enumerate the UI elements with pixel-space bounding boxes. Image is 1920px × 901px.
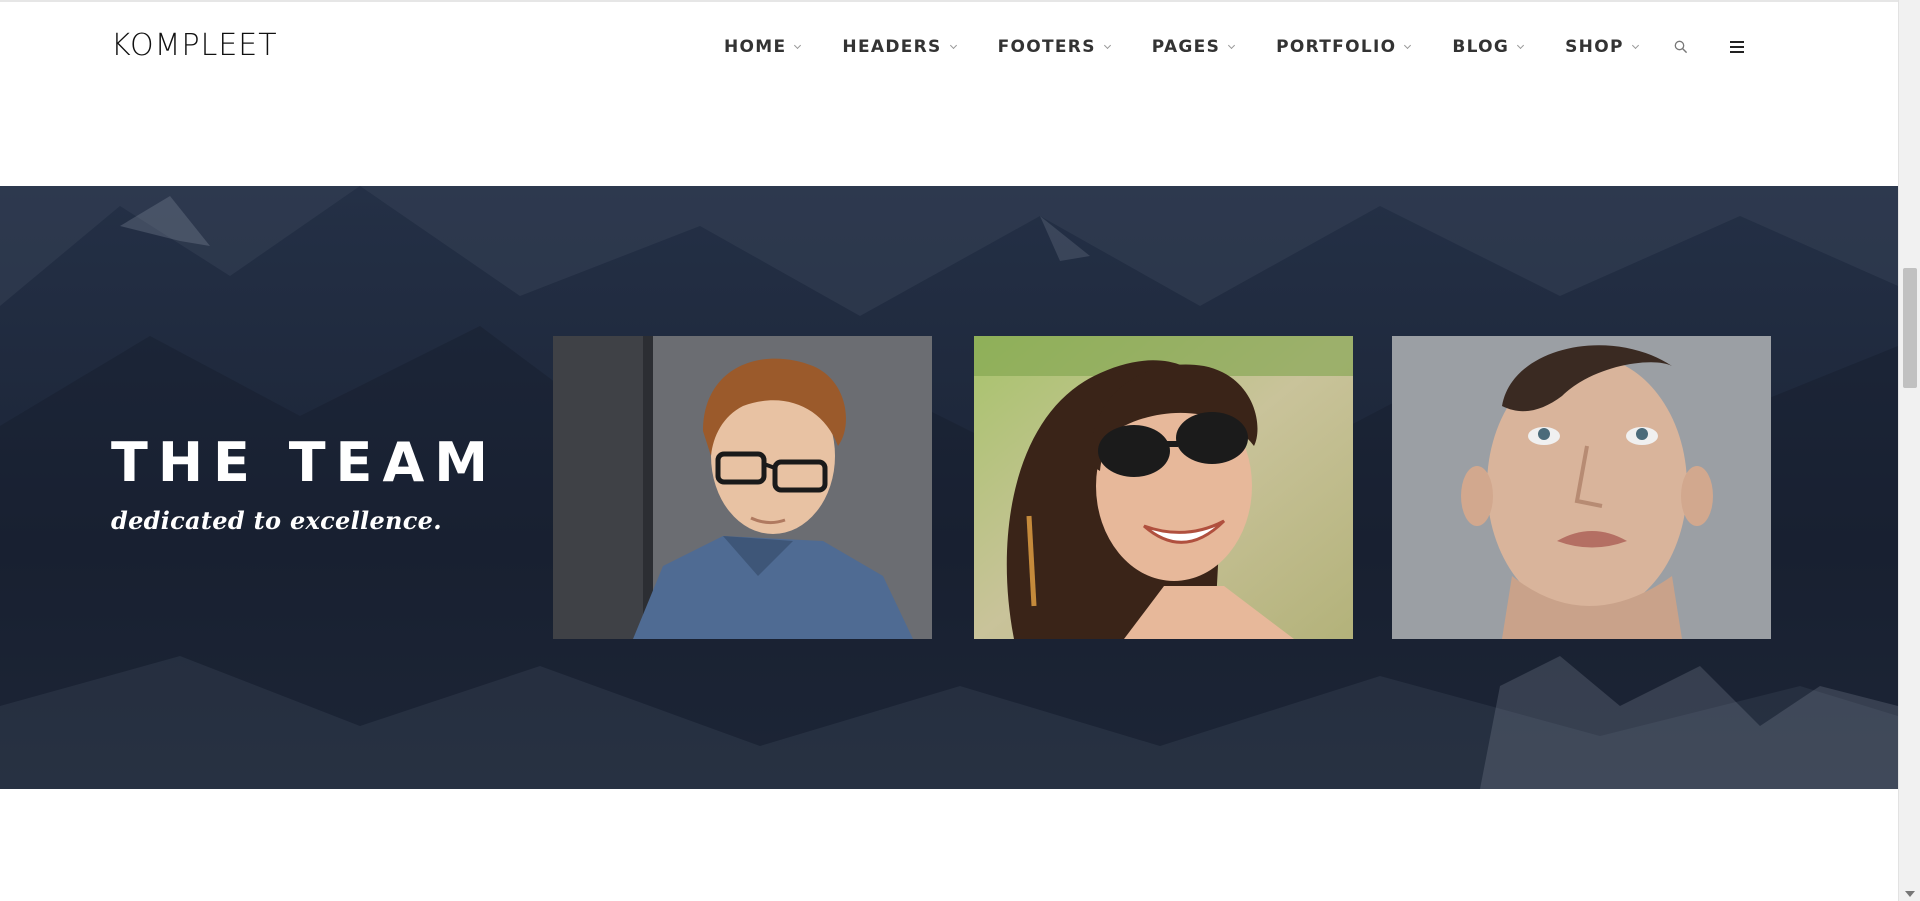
nav-item-label: HOME [724, 37, 787, 57]
chevron-down-icon [949, 41, 957, 49]
page-scrollbar[interactable] [1898, 0, 1920, 901]
nav-item-label: SHOP [1565, 37, 1624, 57]
nav-item-label: FOOTERS [997, 37, 1096, 57]
team-member-image [553, 336, 932, 639]
site-logo[interactable]: KOMPLEET [111, 31, 278, 61]
chevron-down-icon [1228, 41, 1236, 49]
chevron-down-icon [1404, 41, 1412, 49]
menu-icon [1729, 41, 1744, 53]
nav-item-label: PAGES [1151, 37, 1221, 57]
team-member-photo[interactable] [553, 336, 932, 639]
site-header: KOMPLEET HOME HEADERS FOOTERS PAGES PORT… [0, 2, 1898, 92]
scrollbar-thumb[interactable] [1903, 268, 1917, 388]
chevron-down-icon [1517, 41, 1525, 49]
nav-item-label: BLOG [1452, 37, 1510, 57]
team-section: THE TEAM dedicated to excellence. [0, 186, 1898, 789]
nav-item-headers[interactable]: HEADERS [842, 2, 957, 92]
team-member-image [974, 336, 1353, 639]
chevron-down-icon [1631, 41, 1639, 49]
scroll-down-arrow-icon[interactable] [1905, 891, 1915, 897]
nav-item-footers[interactable]: FOOTERS [997, 2, 1111, 92]
team-member-image [1392, 336, 1771, 639]
nav-item-label: PORTFOLIO [1276, 37, 1397, 57]
team-member-photo[interactable] [1392, 336, 1771, 639]
nav-item-home[interactable]: HOME [724, 2, 802, 92]
search-icon [1674, 40, 1687, 54]
team-title: THE TEAM [111, 431, 498, 494]
team-member-photo[interactable] [974, 336, 1353, 639]
nav-item-shop[interactable]: SHOP [1565, 2, 1639, 92]
menu-button[interactable] [1729, 2, 1744, 92]
nav-item-portfolio[interactable]: PORTFOLIO [1276, 2, 1412, 92]
nav-item-pages[interactable]: PAGES [1151, 2, 1236, 92]
main-nav: HOME HEADERS FOOTERS PAGES PORTFOLIO BLO… [724, 2, 1744, 92]
chevron-down-icon [1103, 41, 1111, 49]
nav-item-label: HEADERS [842, 37, 942, 57]
chevron-down-icon [794, 41, 802, 49]
logo-text: KOMPLEET [111, 28, 278, 63]
team-subtitle: dedicated to excellence. [111, 506, 442, 535]
nav-item-blog[interactable]: BLOG [1452, 2, 1525, 92]
search-button[interactable] [1674, 2, 1688, 92]
